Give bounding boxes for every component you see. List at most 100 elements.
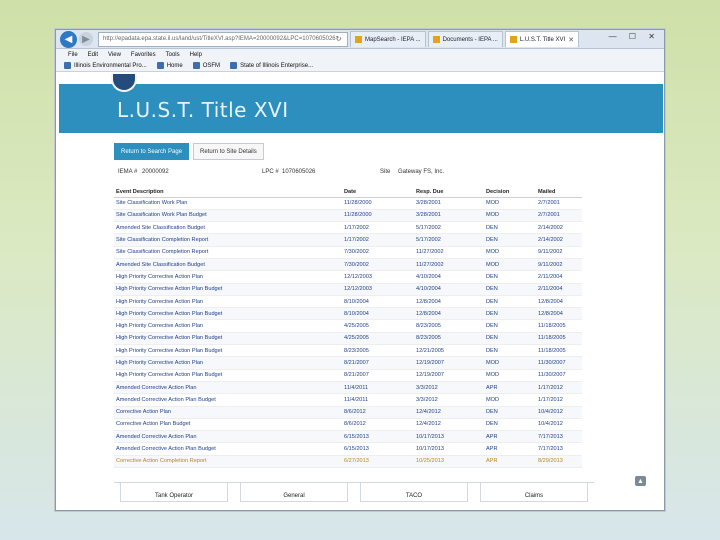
menu-view[interactable]: View — [108, 52, 121, 58]
event-description-cell[interactable]: Corrective Action Completion Report — [114, 455, 342, 469]
resp-due-cell: 3/3/2012 — [414, 381, 484, 395]
event-description-cell[interactable]: High Priority Corrective Action Plan Bud… — [114, 332, 342, 346]
address-bar[interactable]: http://epadata.epa.state.il.us/land/ust/… — [98, 31, 348, 47]
favorite-home[interactable]: Home — [156, 62, 183, 69]
table-row[interactable]: High Priority Corrective Action Plan 8/21… — [114, 356, 582, 370]
mailed-cell: 11/18/2005 — [536, 344, 582, 358]
column-header-date[interactable]: Date — [342, 188, 414, 198]
event-description-cell[interactable]: Corrective Action Plan Budget — [114, 418, 342, 432]
table-row[interactable]: High Priority Corrective Action Plan 12/1… — [114, 270, 582, 284]
event-description-cell[interactable]: High Priority Corrective Action Plan — [114, 319, 342, 333]
forward-arrow-icon[interactable]: ▶ — [79, 32, 93, 46]
scroll-to-top-icon[interactable]: ▲ — [635, 476, 646, 486]
event-description-cell[interactable]: Amended Corrective Action Plan Budget — [114, 442, 342, 456]
resp-due-cell: 12/19/2007 — [414, 356, 484, 370]
event-description-cell[interactable]: Site Classification Work Plan — [114, 197, 342, 210]
site-label: Site — [380, 169, 391, 175]
menu-help[interactable]: Help — [190, 52, 202, 58]
refresh-icon[interactable]: ↻ — [336, 35, 344, 43]
event-description-cell[interactable]: High Priority Corrective Action Plan Bud… — [114, 307, 342, 321]
mailed-cell: 2/14/2002 — [536, 233, 582, 247]
event-date-cell: 8/6/2012 — [342, 406, 414, 419]
tab-claims[interactable]: Claims — [480, 483, 588, 502]
mailed-cell: 9/11/2002 — [536, 258, 582, 272]
event-description-cell[interactable]: High Priority Corrective Action Plan — [114, 356, 342, 370]
event-date-cell: 6/15/2013 — [342, 442, 414, 456]
tab-tank-operator[interactable]: Tank Operator — [120, 483, 228, 502]
tab-taco[interactable]: TACO — [360, 483, 468, 502]
event-description-cell[interactable]: Site Classification Work Plan Budget — [114, 209, 342, 223]
favorite-osfm[interactable]: OSFM — [192, 62, 221, 69]
table-row[interactable]: High Priority Corrective Action Plan 8/10… — [114, 295, 582, 309]
table-row[interactable]: Site Classification Work Plan Budget 11/2… — [114, 209, 582, 223]
menu-favorites[interactable]: Favorites — [131, 52, 156, 58]
resp-due-cell: 5/17/2002 — [414, 221, 484, 235]
return-to-site-details-button[interactable]: Return to Site Details — [193, 143, 264, 160]
column-header-resp-due[interactable]: Resp. Due — [414, 188, 484, 198]
event-description-cell[interactable]: Amended Corrective Action Plan — [114, 430, 342, 444]
decision-cell: APR — [484, 430, 536, 444]
table-row[interactable]: Corrective Action Completion Report 6/27/… — [114, 455, 582, 469]
mailed-cell: 12/8/2004 — [536, 295, 582, 309]
decision-cell: MOD — [484, 209, 536, 223]
event-description-cell[interactable]: Amended Corrective Action Plan — [114, 381, 342, 395]
event-description-cell[interactable]: Amended Corrective Action Plan Budget — [114, 393, 342, 407]
table-row[interactable]: Amended Corrective Action Plan 6/15/2013 1… — [114, 430, 582, 444]
tab-lust[interactable]: L.U.S.T. Title XVI ✕ — [504, 31, 580, 47]
resp-due-cell: 8/23/2005 — [414, 319, 484, 333]
column-header-decision[interactable]: Decision — [484, 188, 536, 198]
event-description-cell[interactable]: Amended Site Classification Budget — [114, 221, 342, 235]
table-row[interactable]: Amended Site Classification Budget 7/30/2… — [114, 258, 582, 272]
back-arrow-icon[interactable]: ◀ — [60, 30, 77, 48]
site-info: IEMA # 20000092 LPC # 1070605026 Site Ga… — [118, 169, 444, 175]
event-description-cell[interactable]: Site Classification Completion Report — [114, 246, 342, 259]
event-description-cell[interactable]: High Priority Corrective Action Plan — [114, 270, 342, 284]
event-description-cell[interactable]: Site Classification Completion Report — [114, 233, 342, 247]
table-row[interactable]: High Priority Corrective Action Plan Bud… — [114, 332, 582, 346]
favorite-illinois-epa[interactable]: Illinois Environmental Pro... — [64, 62, 147, 69]
table-row[interactable]: Amended Corrective Action Plan Budget 11/… — [114, 393, 582, 407]
mailed-cell: 1/17/2012 — [536, 393, 582, 407]
event-description-cell[interactable]: Amended Site Classification Budget — [114, 258, 342, 272]
column-header-event[interactable]: Event Description — [114, 188, 342, 198]
table-row[interactable]: High Priority Corrective Action Plan Bud… — [114, 283, 582, 296]
event-description-cell[interactable]: High Priority Corrective Action Plan Bud… — [114, 344, 342, 358]
table-row[interactable]: High Priority Corrective Action Plan Bud… — [114, 307, 582, 321]
menu-edit[interactable]: Edit — [88, 52, 98, 58]
table-row[interactable]: High Priority Corrective Action Plan Bud… — [114, 369, 582, 382]
return-to-search-button[interactable]: Return to Search Page — [114, 143, 190, 160]
table-row[interactable]: Amended Site Classification Budget 1/17/2… — [114, 221, 582, 235]
address-text: http://epadata.epa.state.il.us/land/ust/… — [103, 36, 336, 42]
event-date-cell: 7/30/2002 — [342, 246, 414, 259]
favorite-state-enterprise[interactable]: State of Illinois Enterprise... — [230, 62, 313, 69]
column-header-mailed[interactable]: Mailed — [536, 188, 582, 198]
decision-cell: DEN — [484, 283, 536, 296]
window-controls[interactable]: — ☐ ✕ — [609, 32, 660, 41]
event-description-cell[interactable]: High Priority Corrective Action Plan — [114, 295, 342, 309]
table-row[interactable]: Corrective Action Plan Budget 8/6/2012 12/… — [114, 418, 582, 432]
table-row[interactable]: Site Classification Completion Report 1/1… — [114, 233, 582, 247]
mailed-cell: 7/17/2013 — [536, 442, 582, 456]
event-description-cell[interactable]: Corrective Action Plan — [114, 406, 342, 419]
table-row[interactable]: Amended Corrective Action Plan Budget 6/1… — [114, 442, 582, 456]
favorite-label: OSFM — [202, 62, 221, 69]
favorite-label: Home — [166, 62, 183, 69]
resp-due-cell: 4/10/2004 — [414, 283, 484, 296]
page-title: L.U.S.T. Title XVI — [117, 98, 289, 122]
tab-documents[interactable]: Documents - IEPA ... — [427, 31, 503, 47]
decision-cell: DEN — [484, 270, 536, 284]
table-row[interactable]: Site Classification Work Plan 11/28/2000 3… — [114, 197, 582, 210]
table-row[interactable]: High Priority Corrective Action Plan Bud… — [114, 344, 582, 358]
menu-file[interactable]: File — [68, 52, 78, 58]
table-row[interactable]: Site Classification Completion Report 7/3… — [114, 246, 582, 259]
tab-mapsearch[interactable]: MapSearch - IEPA ... — [350, 31, 426, 47]
event-description-cell[interactable]: High Priority Corrective Action Plan Bud… — [114, 369, 342, 382]
close-icon[interactable]: ✕ — [568, 36, 574, 44]
event-description-cell[interactable]: High Priority Corrective Action Plan Bud… — [114, 283, 342, 296]
page-favicon-icon — [355, 36, 362, 43]
table-row[interactable]: Corrective Action Plan 8/6/2012 12/4/2012 D… — [114, 406, 582, 419]
table-row[interactable]: Amended Corrective Action Plan 11/4/2011 3… — [114, 381, 582, 395]
tab-general[interactable]: General — [240, 483, 348, 502]
menu-tools[interactable]: Tools — [166, 52, 180, 58]
table-row[interactable]: High Priority Corrective Action Plan 4/25… — [114, 319, 582, 333]
